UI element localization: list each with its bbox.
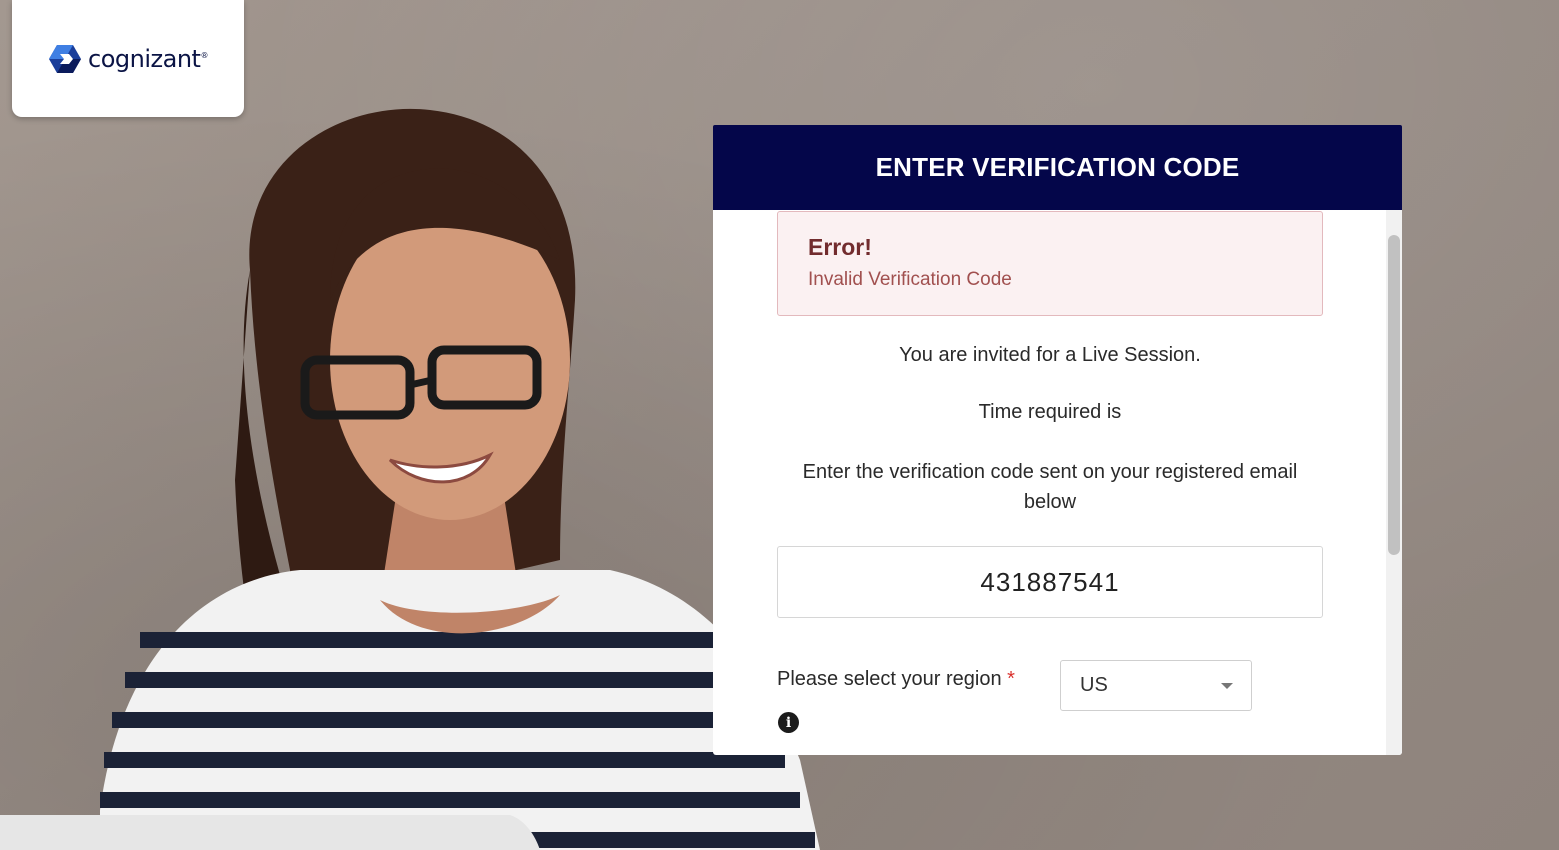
panel-title: ENTER VERIFICATION CODE [875, 152, 1240, 182]
panel-header: ENTER VERIFICATION CODE [713, 125, 1402, 210]
error-alert-message: Invalid Verification Code [808, 269, 1012, 290]
cognizant-logo: cognizant® [48, 43, 208, 75]
time-required-text: Time required is [978, 401, 1122, 423]
error-alert: Error! Invalid Verification Code [777, 211, 1323, 316]
verification-code-input[interactable] [777, 546, 1323, 618]
logo-text: cognizant® [88, 44, 208, 73]
info-icon[interactable]: i [778, 712, 799, 733]
scrollbar-thumb[interactable] [1388, 235, 1400, 555]
cognizant-logo-icon [49, 44, 82, 73]
region-label: Please select your region * [777, 668, 1015, 691]
instruction-line-1: Enter the verification code sent on your… [802, 461, 1298, 483]
panel-content: Error! Invalid Verification Code You are… [777, 210, 1323, 733]
invite-text: You are invited for a Live Session. [899, 344, 1201, 366]
scrollbar-track[interactable] [1386, 210, 1402, 755]
region-select-value: US [1080, 674, 1108, 696]
logo-card: cognizant® [12, 0, 244, 117]
panel-body: Error! Invalid Verification Code You are… [713, 210, 1402, 755]
error-alert-title: Error! [808, 234, 872, 260]
instruction-line-2: below [1023, 491, 1077, 513]
chevron-down-icon [1221, 683, 1233, 689]
region-label-text: Please select your region [777, 668, 1002, 690]
required-marker: * [1007, 668, 1015, 690]
region-select[interactable]: US [1060, 660, 1252, 711]
instruction-text: Enter the verification code sent on your… [777, 457, 1323, 517]
